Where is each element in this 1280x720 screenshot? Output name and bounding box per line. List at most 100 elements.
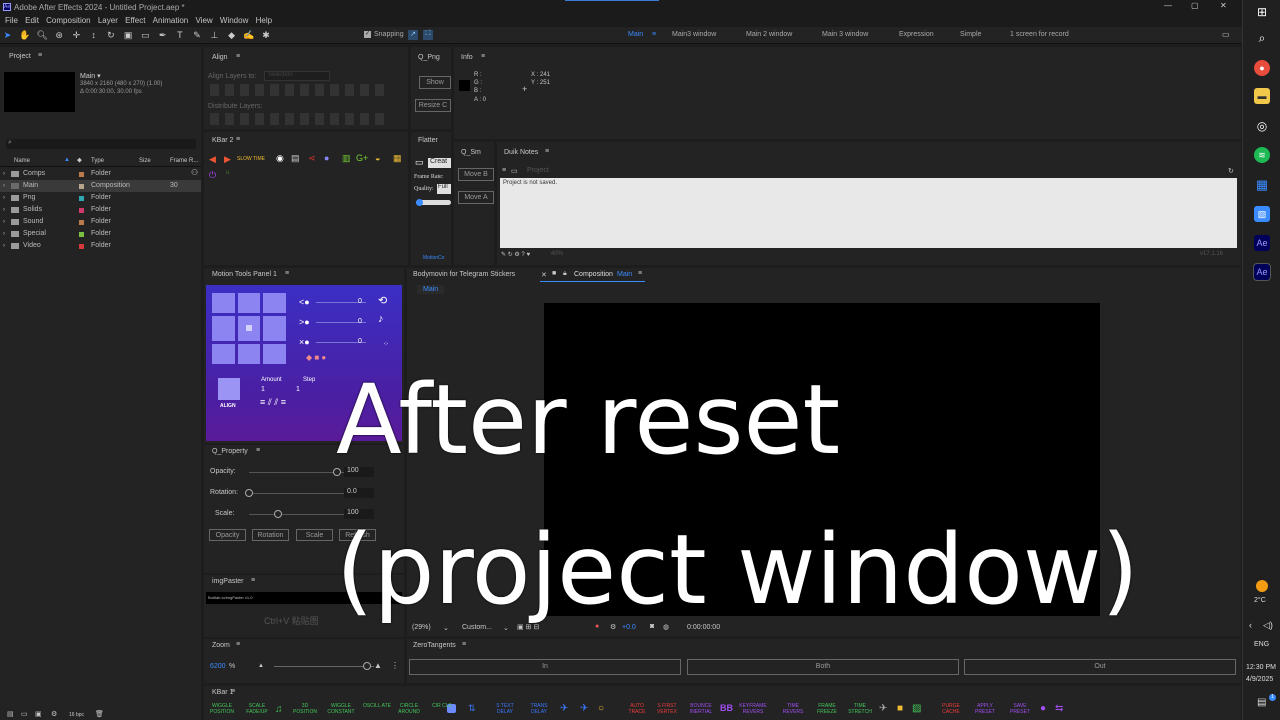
pen-tool-icon[interactable]: ✒ [157, 30, 168, 41]
ease-in-icon[interactable]: <● [299, 297, 310, 307]
column-frame-rate[interactable]: Frame R... [170, 158, 198, 164]
menu-effect[interactable]: Effect [125, 15, 145, 27]
close-icon[interactable]: ✕ [541, 271, 547, 279]
label-column-icon[interactable]: ⬥ [77, 157, 82, 165]
workspace-menu-icon-2[interactable]: ≡ [652, 31, 656, 38]
windows-start-icon[interactable]: ⊞ [1254, 4, 1270, 20]
jet-icon[interactable]: ✈ [879, 703, 887, 714]
kbar1-button-9[interactable]: TRANS DELAY [524, 703, 554, 715]
expand-chevron-icon[interactable]: › [3, 168, 5, 180]
interpret-footage-icon[interactable]: ▤ [7, 710, 14, 718]
duik-tools-icon[interactable]: ✎ ↻ ⚙ ? ♥ [501, 251, 530, 258]
workspace-main3-window[interactable]: Main3 window [672, 31, 716, 38]
clock-date[interactable]: 4/9/2025 [1246, 676, 1273, 683]
file-explorer-icon[interactable]: ▬ [1254, 88, 1270, 104]
comp-subtab[interactable]: Main [417, 285, 445, 294]
panel-menu-icon[interactable]: ≡ [236, 641, 240, 648]
panel-menu-icon[interactable]: ≡ [236, 136, 240, 143]
ease-both-icon[interactable]: ×● [299, 337, 310, 347]
item-label-color[interactable] [79, 220, 84, 225]
zoom-out-icon[interactable]: ▲ [258, 663, 264, 669]
align-buttons[interactable] [210, 84, 390, 96]
usb-icon[interactable]: ⇆ [1055, 703, 1063, 714]
kbar1-button-11[interactable]: S FIRST VERTEX [652, 703, 682, 715]
kbar1-button-4[interactable]: WIGGLE CONSTANT [326, 703, 356, 715]
project-item-main[interactable]: › Main Composition 30 [0, 180, 201, 192]
panel-menu-icon[interactable]: ≡ [462, 641, 466, 648]
distribute-icons[interactable]: ≡ ⫽ ⫽ ≡ [260, 397, 286, 408]
shapes-icon[interactable]: ◆ ■ ● [306, 353, 326, 362]
image-icon[interactable]: ▨ [912, 703, 921, 714]
flatter-slider[interactable] [416, 199, 451, 206]
slider-knob[interactable] [274, 510, 283, 518]
refresh-icon[interactable]: ⟲ [378, 294, 387, 307]
zoom-in-icon[interactable]: ▲ [374, 661, 382, 670]
menu-layer[interactable]: Layer [98, 15, 118, 27]
folder-icon[interactable]: ▭ [511, 167, 518, 175]
app-grid-icon[interactable]: ▦ [1254, 177, 1270, 193]
workspace-record[interactable]: 1 screen for record [1010, 31, 1069, 38]
panel-menu-icon[interactable]: ≡ [251, 577, 255, 584]
opacity-button[interactable]: Opacity [209, 529, 246, 541]
new-folder-icon[interactable]: ▭ [21, 710, 28, 718]
dolly-tool-icon[interactable]: ↕ [88, 30, 99, 41]
paste-hint[interactable]: Ctrl+V 粘贴图 [264, 614, 319, 627]
project-search-input[interactable]: ⌕ [6, 139, 196, 149]
project-item-comps[interactable]: › Comps Folder [0, 168, 201, 180]
kbar1-button-7[interactable]: CIR CLE [427, 703, 457, 709]
item-label-color[interactable] [79, 232, 84, 237]
kbar1-button-19[interactable]: SAVE PRESET [1005, 703, 1035, 715]
expand-chevron-icon[interactable]: › [3, 204, 5, 216]
link-icon[interactable]: ⇅ [468, 703, 476, 714]
after-effects-active-icon[interactable]: Ae [1253, 263, 1271, 281]
comp-tab-name[interactable]: Main [617, 271, 632, 278]
apple-icon[interactable]: ● [1040, 703, 1046, 714]
ease-out-icon[interactable]: >● [299, 317, 310, 327]
grid-icon[interactable]: ▥ [342, 153, 351, 164]
dots-icon[interactable]: ⁘ [383, 340, 389, 348]
kbar1-button-10[interactable]: AUTO TRACE [622, 703, 652, 715]
lock-icon[interactable]: ◒ [375, 153, 380, 163]
panel-menu-icon[interactable]: ≡ [481, 53, 485, 60]
expand-chevron-icon[interactable]: › [3, 228, 5, 240]
tiny-icon[interactable]: ⁝⁝ [226, 170, 229, 176]
new-comp-icon[interactable]: ▣ [35, 710, 42, 718]
mask-icon[interactable]: ● [324, 153, 329, 163]
kbar1-button-13[interactable]: KEYFRAME REVERS [738, 703, 768, 715]
workspace-menu-icon[interactable]: ▭ [1222, 30, 1230, 39]
kbar1-button-16[interactable]: TIME STRETCH [845, 703, 875, 715]
menu-file[interactable]: File [5, 15, 18, 27]
motionco-label[interactable]: MotionCo [423, 255, 444, 261]
duik-notes-textarea[interactable]: Project is not saved. [500, 178, 1237, 248]
align-button[interactable] [218, 378, 240, 400]
expand-chevron-icon[interactable]: › [3, 240, 5, 252]
slider-knob[interactable] [245, 489, 253, 497]
type-tool-icon[interactable]: T [174, 30, 185, 41]
kbar1-button-18[interactable]: APPLY PRESET [970, 703, 1000, 715]
kbar1-button-8[interactable]: S TEXT DELAY [490, 703, 520, 715]
menu-view[interactable]: View [195, 15, 212, 27]
list-icon[interactable]: ≡ [502, 167, 506, 174]
eye-icon[interactable]: ◉ [276, 153, 284, 164]
snapping-checkbox[interactable]: ✓ [364, 31, 371, 38]
snap-option2-icon[interactable]: ⛶ [423, 30, 433, 40]
kbar1-button-1[interactable]: WIGGLE POSITION [207, 703, 237, 715]
arrow-right-icon[interactable]: ▶ [224, 154, 231, 165]
bpc-label[interactable]: 16 bpc [69, 712, 84, 718]
slow-time-button[interactable]: SLOW TIME [237, 156, 265, 162]
amount-input[interactable]: 1 [261, 386, 265, 393]
project-item-sound[interactable]: › Sound Folder [0, 216, 201, 228]
distribute-buttons[interactable] [210, 113, 390, 125]
spotify-icon[interactable]: ≋ [1254, 147, 1270, 163]
tangent-out-button[interactable]: Out [964, 659, 1236, 675]
pan-tool-icon[interactable]: ✛ [71, 30, 82, 41]
kbar1-button-2[interactable]: SCALE FADE/UP [242, 703, 272, 715]
item-label-color[interactable] [79, 172, 84, 177]
lock-icon[interactable]: 🔒︎ [563, 270, 567, 278]
item-label-color[interactable] [79, 184, 84, 189]
volume-icon[interactable]: ◁) [1263, 620, 1273, 631]
project-item-video[interactable]: › Video Folder [0, 240, 201, 252]
selection-tool-icon[interactable]: ➤ [2, 30, 13, 41]
project-item-png[interactable]: › Png Folder [0, 192, 201, 204]
pin-icon[interactable]: ✈ [560, 703, 568, 714]
